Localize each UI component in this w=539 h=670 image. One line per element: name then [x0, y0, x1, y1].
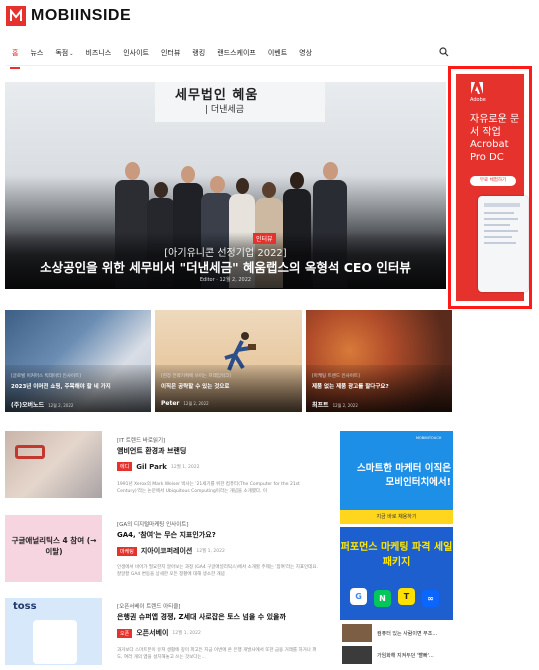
mobiintouch-brand: MOBIINTOUCH: [416, 436, 442, 440]
list-item-image[interactable]: 구글애널리틱스 4 참여 (→ 이탈): [5, 515, 102, 582]
adobe-ad-brand: Adobe: [470, 97, 486, 103]
list-item-image[interactable]: toss: [5, 598, 102, 665]
author-badge: 에디: [117, 462, 133, 471]
nav-item-insight[interactable]: 인사이트: [117, 46, 155, 60]
main-nav: 홈 뉴스 독점⌄ 비즈니스 인사이트 인터뷰 랭킹 랜드스케이프 이벤트 영상: [6, 46, 318, 69]
site-logo[interactable]: MOBIINSIDE: [6, 6, 131, 26]
feature-card[interactable]: [마케팅 트렌드 인사이트] 제품 없는 제품 광고를 팔다구요? 최프트 12월…: [306, 310, 452, 412]
side-news-text: 가임화해 지켜두던 '빨빠'...: [377, 652, 434, 659]
list-item-title[interactable]: 은행권 슈퍼앱 경쟁, Z세대 사로잡은 토스 넘을 수 있을까: [117, 612, 286, 622]
performance-ad-text: 퍼포먼스 마케팅 파격 세일 패키지: [340, 542, 453, 568]
card-meta: Peter 12월 2, 2022: [161, 400, 209, 407]
adobe-logo-icon: [471, 82, 483, 94]
adobe-ad-mock-line: [484, 224, 510, 226]
nav-item-home[interactable]: 홈: [6, 46, 24, 69]
author-name[interactable]: 오픈서베이: [136, 628, 168, 638]
list-item-date: 12월 1, 2022: [196, 549, 225, 554]
talk-icon: T: [398, 588, 415, 605]
card-title[interactable]: 2023년 이머전 쇼핑, 주목해야 할 네 가지: [11, 382, 147, 390]
card-category: [마케팅 트렌드 인사이트]: [312, 374, 360, 379]
nav-item-business[interactable]: 비즈니스: [79, 46, 117, 60]
card-category: [글로벌 이커머스 빅데이터 인사이트]: [11, 374, 81, 379]
nav-item-video[interactable]: 영상: [293, 46, 318, 60]
phone-mockup: [33, 620, 77, 664]
adobe-ad-text: 자유로운 문서 작업 Acrobat Pro DC: [470, 114, 520, 163]
list-item-title[interactable]: 앰비언트 환경과 브랜딩: [117, 446, 186, 456]
thumb-caption: 구글애널리틱스 4 참여 (→ 이탈): [11, 536, 97, 556]
list-item-image[interactable]: [5, 431, 102, 498]
adobe-ad-mock-line: [484, 212, 514, 214]
list-item-author: 마케팅 지아이코퍼레이션 12월 1, 2022: [117, 546, 225, 556]
side-news-text: 컴퓨터 있는 사람이면 무조...: [377, 630, 438, 637]
adobe-ad-mock-line: [484, 242, 516, 244]
list-item-category: [GA의 디지털마케팅 인사이트]: [117, 522, 189, 528]
adobe-ad-mock-header: [484, 203, 520, 207]
adobe-ad-mock-line: [484, 230, 518, 232]
author-name[interactable]: 지아이코퍼레이션: [141, 546, 193, 556]
hero-tag: 인터뷰: [253, 233, 276, 244]
side-news-item[interactable]: 가임화해 지켜두던 '빨빠'...: [342, 646, 457, 664]
meta-icon: ∞: [422, 590, 439, 607]
smart-glasses-shape: [15, 445, 45, 459]
author-badge: 오픈: [117, 628, 133, 638]
hero-author[interactable]: Editor: [200, 277, 215, 283]
card-meta: (주)오버노드 12월 2, 2022: [11, 400, 73, 409]
list-item-category: [IT 트렌드 바로읽기]: [117, 438, 166, 444]
feature-card[interactable]: [글로벌 이커머스 빅데이터 인사이트] 2023년 이머전 쇼핑, 주목해야 …: [5, 310, 151, 412]
naver-icon: N: [374, 590, 391, 607]
author-badge: 마케팅: [117, 546, 137, 556]
list-item-date: 12월 1, 2022: [170, 464, 200, 470]
nav-item-exclusive-label: 독점: [55, 49, 69, 57]
card-date: 12월 2, 2022: [48, 403, 74, 408]
nav-item-ranking[interactable]: 랭킹: [186, 46, 211, 60]
nav-item-event[interactable]: 이벤트: [262, 46, 293, 60]
list-item-author: 오픈 오픈서베이 12월 1, 2022: [117, 628, 201, 638]
list-item-date: 12월 1, 2022: [172, 631, 201, 636]
feature-card[interactable]: [현장 전략기획에 쓰이는 프레임워크] 이직은 공략할 수 있는 것으로 Pe…: [155, 310, 302, 412]
card-author[interactable]: Peter: [161, 400, 179, 407]
card-date: 12월 2, 2022: [332, 403, 358, 408]
list-item-category: [오픈서베이 트렌드 아티클]: [117, 604, 181, 610]
side-news-item[interactable]: 컴퓨터 있는 사람이면 무조...: [342, 624, 457, 642]
list-item-description: 인생에서 비어가 필요한지 알아보는 과정 (GA4 구글애널리틱스)에서 소개…: [117, 565, 318, 577]
nav-item-interview[interactable]: 인터뷰: [155, 46, 186, 60]
hero-sign: 세무법인 혜움: [175, 88, 259, 103]
adobe-ad-device-mockup: [478, 196, 528, 292]
google-icon: G: [350, 588, 367, 605]
card-date: 12월 2, 2022: [183, 401, 209, 406]
mobiintouch-ad-text: 스마트한 마케터 이직은 모비인터치에서!: [356, 463, 451, 488]
card-author[interactable]: 최프트: [312, 402, 329, 409]
adobe-ad-button[interactable]: 무료 체험하기: [470, 176, 516, 186]
side-news-thumb: [342, 624, 372, 642]
author-name[interactable]: Gil Park: [136, 463, 167, 471]
nav-item-landscape[interactable]: 랜드스케이프: [211, 46, 262, 60]
card-category: [현장 전략기획에 쓰이는 프레임워크]: [161, 374, 231, 379]
mobiintouch-ad-button[interactable]: 지금 바로 채용하기: [340, 510, 453, 524]
list-item-description: 과거보다 스마트폰이 유져 생활에 깊이 파고든 지금 이번에 온 은행 개발사…: [117, 648, 317, 660]
chevron-down-icon: ⌄: [69, 51, 74, 57]
hero-title[interactable]: 소상공인을 위한 세무비서 "더낸세금" 혜움랩스의 옥형석 CEO 인터뷰: [5, 257, 446, 276]
card-author[interactable]: (주)오버노드: [11, 402, 44, 409]
hero-date: 12월 2, 2022: [219, 277, 252, 283]
hero-meta: Editor · 12월 2, 2022: [199, 277, 252, 283]
side-news-thumb: [342, 646, 372, 664]
adobe-ad-mock-line: [484, 218, 518, 220]
nav-item-news[interactable]: 뉴스: [24, 46, 49, 60]
list-item-description: 1991년 Xerox의 Mark Weiser 박사는 '21세기를 위한 컴…: [117, 482, 300, 494]
logo-text: MOBIINSIDE: [31, 7, 132, 24]
nav-divider: [6, 65, 448, 66]
list-item-title[interactable]: GA4, '참여'는 무슨 지표인가요?: [117, 530, 216, 540]
card-title[interactable]: 이직은 공략할 수 있는 것으로: [161, 382, 297, 390]
adobe-ad-mock-line: [484, 236, 512, 238]
search-icon[interactable]: [438, 46, 450, 58]
logo-mark-icon: [6, 6, 26, 26]
nav-item-exclusive[interactable]: 독점⌄: [49, 46, 79, 60]
hero-sign-sub: | 더낸세금: [205, 105, 245, 115]
card-meta: 최프트 12월 2, 2022: [312, 400, 358, 409]
toss-logo: toss: [13, 601, 37, 612]
card-title[interactable]: 제품 없는 제품 광고를 팔다구요?: [312, 382, 448, 390]
list-item-author: 에디 Gil Park 12월 1, 2022: [117, 462, 199, 471]
